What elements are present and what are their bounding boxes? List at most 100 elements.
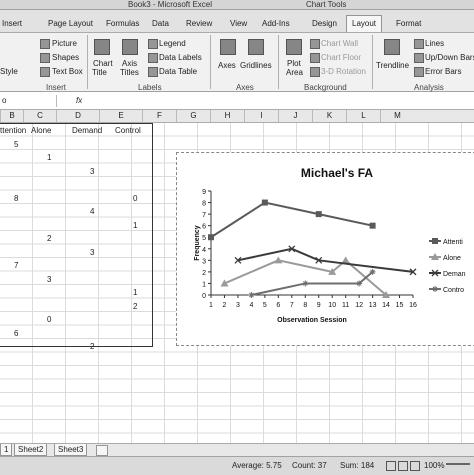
page-layout-view-icon[interactable] (398, 461, 408, 471)
sheet-tab-2[interactable]: Sheet2 (14, 444, 48, 456)
column-header[interactable]: D (56, 110, 99, 122)
spreadsheet-cell[interactable]: 0 (133, 193, 137, 204)
chart-area[interactable]: Michael's FA 0 1 2 3 4 5 6 7 8 9 1 2 3 4 5 6 7 8 9 10 11 12 13 1… (176, 152, 474, 346)
axis-titles-button-line2[interactable]: Titles (120, 68, 139, 78)
gridlines-button[interactable]: Gridlines (240, 61, 272, 71)
window-title: Book3 - Microsoft Excel (128, 0, 213, 9)
plot-area-icon (286, 39, 302, 55)
data-point-attention (369, 222, 376, 229)
column-header[interactable]: G (176, 110, 210, 122)
x-tick-label: 6 (276, 302, 280, 309)
tab-add-ins[interactable]: Add-Ins (262, 18, 290, 30)
y-tick-label: 8 (202, 201, 206, 208)
spreadsheet-cell[interactable]: 0 (47, 314, 51, 325)
spreadsheet-cell[interactable]: 1 (47, 152, 51, 163)
spreadsheet-cell[interactable]: 6 (14, 328, 18, 339)
tab-formulas[interactable]: Formulas (106, 18, 139, 30)
spreadsheet-cell[interactable]: 2 (90, 341, 94, 352)
formula-bar: o fx (0, 93, 474, 110)
insert-sheet-icon[interactable] (96, 445, 108, 456)
tab-insert[interactable]: Insert (2, 18, 22, 30)
column-header[interactable]: M (380, 110, 414, 122)
updown-bars-button[interactable]: Up/Down Bars (425, 53, 474, 63)
status-sum: Sum: 184 (340, 461, 375, 470)
column-header[interactable]: I (244, 110, 278, 122)
spreadsheet-cell[interactable]: 7 (14, 260, 18, 271)
normal-view-icon[interactable] (386, 461, 396, 471)
chart-wall-button[interactable]: Chart Wall (321, 39, 358, 49)
data-table-icon (148, 67, 158, 77)
title-bar: Book3 - Microsoft Excel Chart Tools (0, 0, 474, 10)
textbox-button[interactable]: Text Box (52, 67, 83, 77)
x-tick-label: 1 (209, 302, 213, 309)
zoom-slider[interactable] (446, 463, 470, 465)
column-header[interactable]: F (142, 110, 176, 122)
sheet-tab-3[interactable]: Sheet3 (54, 444, 88, 456)
spreadsheet-cell[interactable]: 3 (90, 247, 94, 258)
spreadsheet-cell[interactable]: 5 (14, 139, 18, 150)
spreadsheet-cell[interactable]: 3 (47, 274, 51, 285)
data-point-control (248, 292, 255, 298)
legend-label-alone: Alone (443, 255, 461, 262)
spreadsheet-cell[interactable]: 2 (133, 301, 137, 312)
plot-area-button-line2[interactable]: Area (286, 68, 303, 78)
x-tick-label: 3 (236, 302, 240, 309)
format-style-fragment[interactable]: Style (0, 67, 18, 77)
x-tick-label: 12 (355, 302, 363, 309)
column-header[interactable]: H (210, 110, 244, 122)
tab-view[interactable]: View (230, 18, 247, 30)
y-tick-label: 6 (202, 224, 206, 231)
data-table-button[interactable]: Data Table (159, 67, 197, 77)
spreadsheet-cell[interactable]: 8 (14, 193, 18, 204)
column-header[interactable]: B (0, 110, 23, 122)
column-header[interactable]: K (312, 110, 346, 122)
column-headers: B C D E F G H I J K L M (0, 110, 474, 123)
x-tick-label: 4 (249, 302, 253, 309)
picture-button[interactable]: Picture (52, 39, 77, 49)
sheet-tab-1[interactable]: 1 (0, 444, 13, 456)
series-line-attention (210, 201, 373, 239)
spreadsheet-cell[interactable]: 1 (133, 220, 137, 231)
trendline-button[interactable]: Trendline (376, 61, 409, 71)
header-cell-control[interactable]: Control (115, 125, 141, 136)
header-cell-alone[interactable]: Alone (31, 125, 51, 136)
spreadsheet-cell[interactable]: 1 (133, 287, 137, 298)
column-header[interactable]: C (23, 110, 56, 122)
header-cell-attention[interactable]: ttention (0, 125, 26, 136)
spreadsheet-cell[interactable]: 3 (90, 166, 94, 177)
column-header[interactable]: L (346, 110, 380, 122)
formula-input[interactable] (92, 95, 472, 107)
zoom-level[interactable]: 100% (424, 461, 444, 471)
data-point-attention (315, 211, 322, 218)
spreadsheet-cell[interactable]: 4 (90, 206, 94, 217)
tab-review[interactable]: Review (186, 18, 212, 30)
fx-icon[interactable]: fx (76, 96, 82, 106)
tab-format[interactable]: Format (396, 18, 421, 30)
shapes-button[interactable]: Shapes (52, 53, 79, 63)
x-tick-label: 14 (382, 302, 390, 309)
y-tick-label: 7 (202, 212, 206, 219)
spreadsheet-cell[interactable]: 2 (47, 233, 51, 244)
chart-title-button-line2[interactable]: Title (92, 68, 107, 78)
rotation-button[interactable]: 3-D Rotation (321, 67, 366, 77)
legend-button[interactable]: Legend (159, 39, 186, 49)
x-axis-label: Observation Session (277, 317, 347, 324)
name-box[interactable]: o (2, 96, 6, 106)
tab-page-layout[interactable]: Page Layout (48, 18, 93, 30)
analysis-group-label: Analysis (414, 83, 444, 92)
page-break-view-icon[interactable] (410, 461, 420, 471)
group-separator (278, 35, 279, 89)
header-cell-demand[interactable]: Demand (72, 125, 102, 136)
lines-button[interactable]: Lines (425, 39, 444, 49)
column-header[interactable]: E (99, 110, 142, 122)
insert-group-label: Insert (46, 83, 67, 92)
tab-data[interactable]: Data (152, 18, 169, 30)
axes-button[interactable]: Axes (218, 61, 236, 71)
error-bars-button[interactable]: Error Bars (425, 67, 461, 77)
tab-layout[interactable]: Layout (346, 15, 383, 32)
chart-floor-button[interactable]: Chart Floor (321, 53, 361, 63)
tab-design[interactable]: Design (312, 18, 337, 30)
data-labels-button[interactable]: Data Labels (159, 53, 202, 63)
column-header[interactable]: J (278, 110, 312, 122)
legend-icon (148, 39, 158, 49)
